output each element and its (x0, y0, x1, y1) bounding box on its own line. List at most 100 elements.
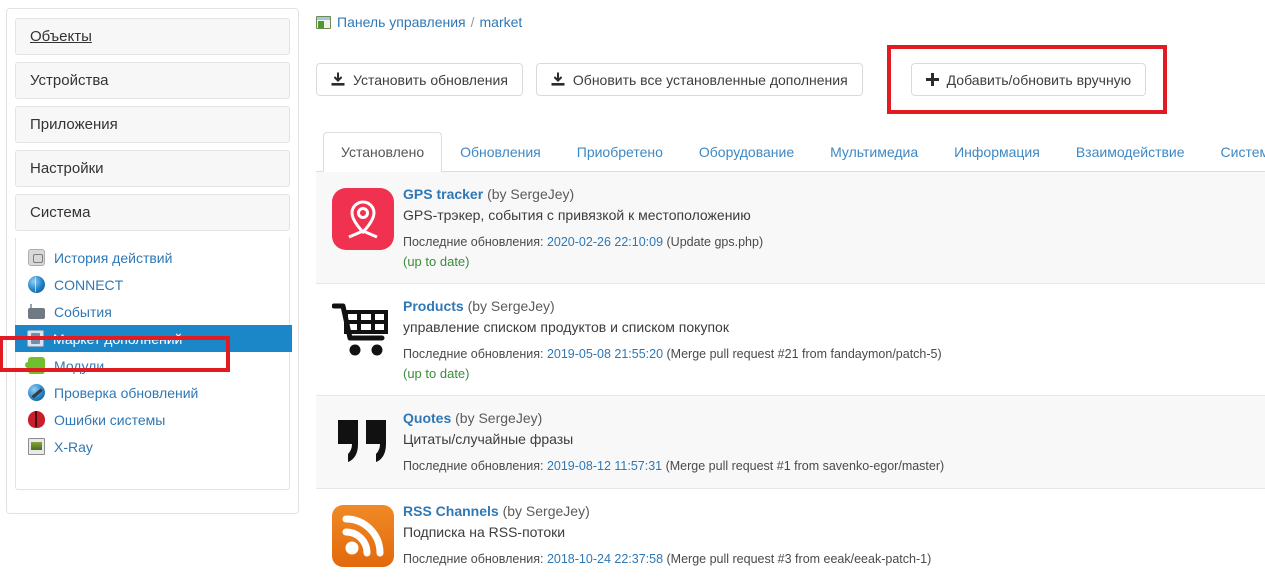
update-check-icon (28, 384, 45, 401)
globe-icon (28, 276, 45, 293)
sidebar-section-devices-label: Устройства (30, 72, 109, 89)
main-content: Панель управления / market Установить об… (316, 0, 1265, 581)
sidebar-item-system-errors[interactable]: Ошибки системы (16, 406, 289, 433)
list-item-commit: (Update gps.php) (666, 235, 764, 249)
list-item[interactable]: Quotes (by SergeJey) Цитаты/случайные фр… (316, 396, 1265, 489)
list-item-date: 2020-02-26 22:10:09 (546, 235, 664, 249)
tab-interaction[interactable]: Взаимодействие (1058, 132, 1203, 172)
list-item[interactable]: GPS tracker (by SergeJey) GPS-трэкер, со… (316, 172, 1265, 284)
sidebar-item-system-errors-label: Ошибки системы (54, 411, 166, 428)
list-item-icon (324, 502, 401, 568)
list-item-status: (up to date) (403, 254, 470, 269)
tab-updates-label: Обновления (460, 144, 541, 160)
list-item-commit: (Merge pull request #21 from fandaymon/p… (666, 347, 942, 361)
install-updates-button[interactable]: Установить обновления (316, 63, 523, 96)
annotation-box-add-manual: Добавить/обновить вручную (886, 45, 1168, 114)
list-item-meta: Последние обновления: 2020-02-26 22:10:0… (403, 234, 1265, 251)
list-item-icon (324, 185, 401, 270)
sidebar-item-events-label: События (54, 303, 112, 320)
sidebar-section-settings-label: Настройки (30, 160, 104, 177)
list-item-meta: Последние обновления: 2018-10-24 22:37:5… (403, 551, 1265, 568)
add-manual-label: Добавить/обновить вручную (946, 71, 1132, 88)
download-icon (331, 72, 345, 87)
sidebar-item-update-check[interactable]: Проверка обновлений (16, 379, 289, 406)
list-item-name[interactable]: GPS tracker (403, 186, 483, 202)
sidebar-item-connect[interactable]: CONNECT (16, 271, 289, 298)
list-item-icon (324, 297, 401, 382)
list-item-status: (up to date) (403, 366, 470, 381)
bug-icon (28, 411, 45, 428)
addon-list: GPS tracker (by SergeJey) GPS-трэкер, со… (316, 172, 1265, 581)
list-item-description: управление списком продуктов и списком п… (403, 319, 729, 335)
shopping-cart-icon (331, 300, 394, 362)
plus-icon (925, 73, 939, 86)
xray-icon (28, 438, 45, 455)
tab-system[interactable]: Система (1203, 132, 1265, 172)
tab-bar: Установлено Обновления Приобретено Обору… (316, 131, 1265, 172)
tab-system-label: Система (1220, 144, 1265, 160)
tab-multimedia[interactable]: Мультимедиа (812, 132, 936, 172)
list-item-author: (by SergeJey) (467, 298, 555, 314)
list-item-meta: Последние обновления: 2019-08-12 11:57:3… (403, 458, 1265, 475)
sidebar-item-xray-label: X-Ray (54, 438, 93, 455)
tab-equipment[interactable]: Оборудование (681, 132, 812, 172)
sidebar-section-system[interactable]: Система (15, 194, 290, 231)
sidebar-section-system-label: Система (30, 204, 91, 221)
list-item[interactable]: RSS Channels (by SergeJey) Подписка на R… (316, 489, 1265, 581)
sidebar: Объекты Устройства Приложения Настройки … (6, 8, 299, 514)
list-item-author: (by SergeJey) (487, 186, 575, 202)
list-item-date: 2019-08-12 11:57:31 (546, 459, 663, 473)
list-item-commit: (Merge pull request #3 from eeak/eeak-pa… (666, 552, 932, 566)
list-item-title: GPS tracker (by SergeJey) (403, 185, 1265, 204)
list-item-author: (by SergeJey) (455, 410, 543, 426)
list-item-name[interactable]: Quotes (403, 410, 451, 426)
list-item-date: 2019-05-08 21:55:20 (546, 347, 664, 361)
list-item-description: GPS-трэкер, события с привязкой к местоп… (403, 207, 751, 223)
tab-information-label: Информация (954, 144, 1040, 160)
list-item[interactable]: Products (by SergeJey) управление списко… (316, 284, 1265, 396)
tab-equipment-label: Оборудование (698, 144, 795, 160)
sidebar-item-history[interactable]: История действий (16, 244, 289, 271)
sidebar-section-apps[interactable]: Приложения (15, 106, 290, 143)
tab-information[interactable]: Информация (936, 132, 1058, 172)
sidebar-item-events[interactable]: События (16, 298, 289, 325)
sidebar-section-objects-label: Объекты (30, 28, 92, 45)
sidebar-item-history-label: История действий (54, 249, 173, 266)
list-item-name[interactable]: RSS Channels (403, 503, 499, 519)
add-manual-button[interactable]: Добавить/обновить вручную (910, 63, 1147, 96)
events-icon (28, 304, 45, 319)
tab-installed[interactable]: Установлено (323, 132, 443, 172)
list-item-body: GPS tracker (by SergeJey) GPS-трэкер, со… (401, 185, 1265, 270)
update-all-label: Обновить все установленные дополнения (572, 71, 848, 88)
list-item-icon (324, 409, 401, 475)
sidebar-item-update-check-label: Проверка обновлений (54, 384, 199, 401)
meta-prefix: Последние обновления: (403, 552, 544, 566)
toolbar: Установить обновления Обновить все устан… (316, 34, 1265, 114)
rss-icon (331, 505, 394, 567)
breadcrumb-separator: / (470, 14, 475, 30)
meta-prefix: Последние обновления: (403, 347, 544, 361)
sidebar-section-apps-label: Приложения (30, 116, 118, 133)
tab-multimedia-label: Мультимедиа (830, 144, 919, 160)
list-item-name[interactable]: Products (403, 298, 464, 314)
sidebar-item-xray[interactable]: X-Ray (16, 433, 289, 460)
gps-pin-icon (331, 188, 394, 250)
update-all-button[interactable]: Обновить все установленные дополнения (535, 63, 863, 96)
sidebar-section-settings[interactable]: Настройки (15, 150, 290, 187)
tab-updates[interactable]: Обновления (442, 132, 559, 172)
history-icon (28, 249, 45, 266)
annotation-box-sidebar-market (0, 336, 230, 372)
sidebar-section-objects[interactable]: Объекты (15, 18, 290, 55)
tab-purchased-label: Приобретено (576, 144, 663, 160)
app-root: Объекты Устройства Приложения Настройки … (0, 0, 1265, 581)
breadcrumb-current[interactable]: market (480, 14, 523, 30)
tab-installed-label: Установлено (341, 144, 425, 160)
meta-prefix: Последние обновления: (403, 235, 544, 249)
list-item-date: 2018-10-24 22:37:58 (546, 552, 664, 566)
tab-purchased[interactable]: Приобретено (559, 132, 681, 172)
sidebar-section-devices[interactable]: Устройства (15, 62, 290, 99)
breadcrumb-root-link[interactable]: Панель управления (337, 14, 466, 30)
quote-marks-icon (332, 412, 394, 474)
list-item-title: RSS Channels (by SergeJey) (403, 502, 1265, 521)
install-updates-label: Установить обновления (353, 71, 508, 88)
